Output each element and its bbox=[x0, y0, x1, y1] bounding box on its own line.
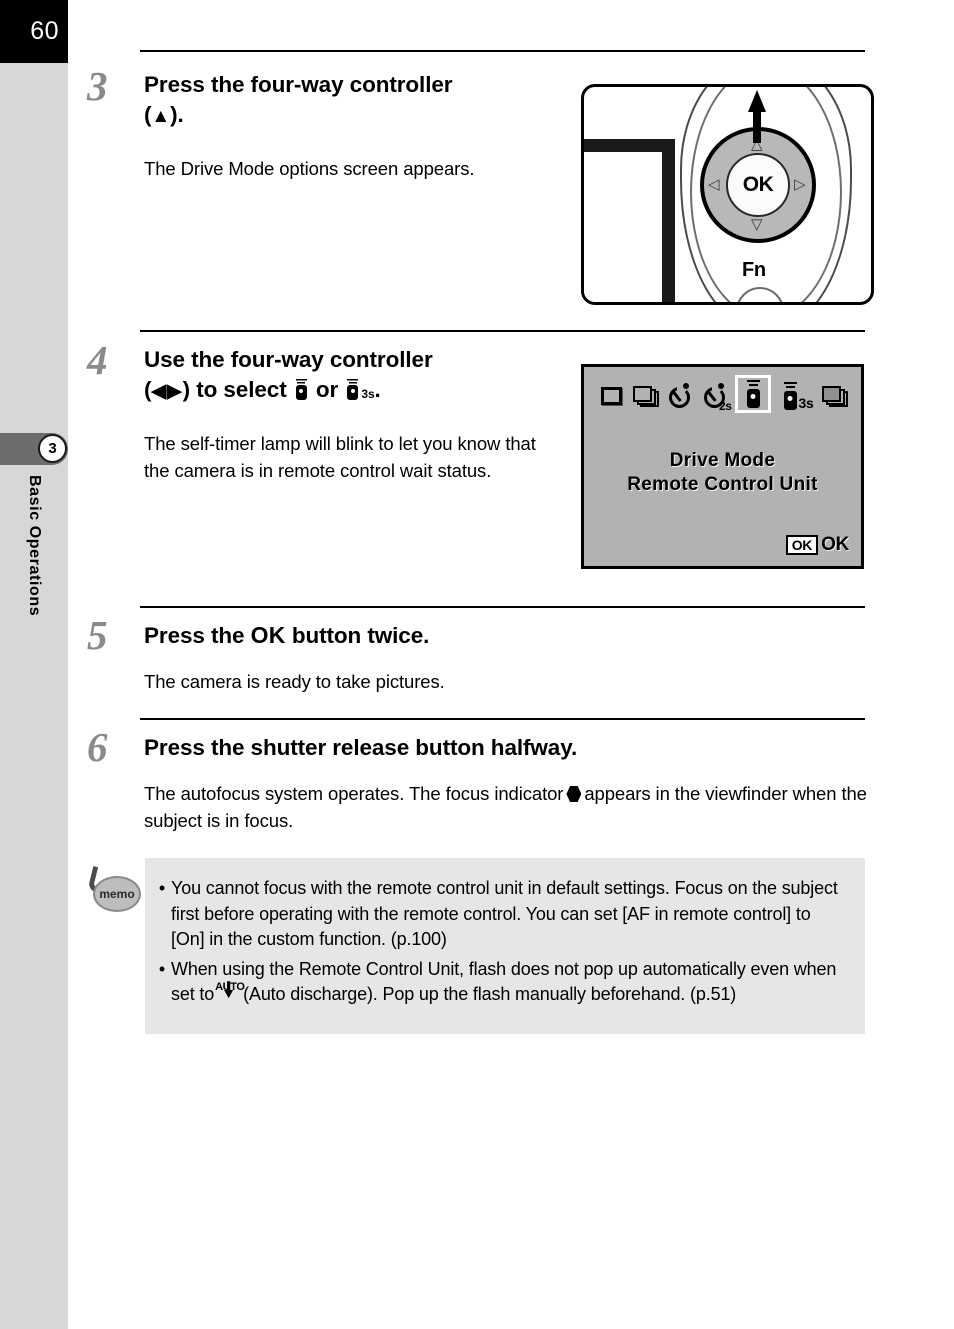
step-5-heading-post: button twice. bbox=[291, 623, 430, 648]
fn-button-label: Fn bbox=[742, 259, 766, 281]
step-4-heading-line1: Use the four-way controller bbox=[144, 347, 433, 372]
step-6-body-pre: The autofocus system operates. The focus… bbox=[144, 783, 564, 804]
paren-close: ). bbox=[170, 101, 184, 127]
continuous-shooting-icon[interactable] bbox=[630, 379, 662, 413]
bullet-icon: • bbox=[158, 878, 166, 898]
step-5-divider bbox=[140, 606, 865, 608]
remote-control-3s-icon[interactable]: 3s bbox=[774, 379, 814, 413]
dial-arrow-down-icon: ▽ bbox=[751, 216, 763, 233]
step-5-heading-pre: Press the bbox=[144, 623, 245, 648]
step-3-heading: Press the four-way controller (▲). bbox=[144, 70, 574, 130]
remote-control-icon bbox=[295, 378, 308, 400]
step-4-body: The self-timer lamp will blink to let yo… bbox=[144, 433, 536, 482]
press-up-direction-arrow-icon bbox=[748, 90, 766, 143]
step-4-heading-mid: ) to select bbox=[182, 376, 287, 402]
chapter-number-badge: 3 bbox=[38, 434, 67, 463]
drive-mode-icon-row: 2s 3s bbox=[595, 375, 851, 413]
conjunction-or: or bbox=[315, 376, 339, 402]
arrow-right-icon: ▶ bbox=[167, 380, 183, 402]
ok-button-label: OK bbox=[250, 622, 286, 648]
page-number: 60 bbox=[0, 0, 68, 63]
arrow-up-icon: ▲ bbox=[151, 105, 171, 127]
period: . bbox=[374, 376, 381, 402]
step-6-heading: Press the shutter release button halfway… bbox=[144, 735, 578, 760]
camera-lcd-frame-outline bbox=[584, 139, 675, 302]
self-timer-12s-icon[interactable] bbox=[665, 379, 697, 413]
dial-arrow-right-icon: ▷ bbox=[794, 176, 806, 193]
memo-icon: memo bbox=[87, 865, 144, 916]
page-content: 3 Press the four-way controller (▲). The… bbox=[68, 0, 954, 1329]
memo-list-item: • When using the Remote Control Unit, fl… bbox=[153, 957, 847, 1008]
drive-mode-title: Drive Mode Remote Control Unit bbox=[584, 449, 861, 497]
page-left-rail: 60 3 Basic Operations bbox=[0, 0, 68, 1329]
step-3-heading-line2: (▲). bbox=[144, 102, 184, 127]
remote-3s-label: 3s bbox=[798, 395, 814, 411]
remote-control-icon[interactable] bbox=[735, 375, 771, 413]
step-4-number: 4 bbox=[87, 337, 107, 383]
arrow-left-icon: ◀ bbox=[151, 380, 168, 402]
figure-drive-mode-screen: 2s 3s Drive Mode Remote Control Unit OK … bbox=[581, 364, 864, 569]
step-4-heading: Use the four-way controller (◀▶) to sele… bbox=[144, 345, 564, 405]
step-3-number: 3 bbox=[87, 63, 107, 109]
chapter-title: Basic Operations bbox=[0, 475, 68, 735]
self-timer-2s-icon[interactable]: 2s bbox=[700, 379, 732, 413]
focus-indicator-icon bbox=[566, 786, 582, 802]
step-3-body: The Drive Mode options screen appears. bbox=[144, 158, 475, 179]
bullet-icon: • bbox=[158, 958, 166, 979]
exposure-bracketing-icon[interactable] bbox=[819, 379, 851, 413]
memo-item-2-post: (Auto discharge). Pop up the flash manua… bbox=[243, 984, 737, 1005]
memo-list-item: • You cannot focus with the remote contr… bbox=[153, 876, 847, 953]
drive-mode-title-line1: Drive Mode bbox=[669, 450, 776, 471]
step-5-heading: Press the OK button twice. bbox=[144, 620, 764, 651]
step-6-body: The autofocus system operates. The focus… bbox=[144, 780, 869, 834]
auto-flash-discharge-icon: AUTO bbox=[215, 981, 245, 999]
remote-control-3s-icon bbox=[346, 378, 359, 400]
step-3-divider bbox=[140, 50, 865, 52]
memo-item-1-text: You cannot focus with the remote control… bbox=[171, 878, 838, 950]
step-6-number: 6 bbox=[87, 724, 107, 770]
memo-item-2-text: When using the Remote Control Unit, flas… bbox=[171, 957, 847, 1008]
ok-button: OK bbox=[726, 153, 790, 217]
memo-box: • You cannot focus with the remote contr… bbox=[145, 858, 865, 1034]
chapter-rail: 3 Basic Operations bbox=[0, 63, 68, 1329]
memo-icon-label: memo bbox=[93, 876, 141, 912]
chapter-title-text: Basic Operations bbox=[26, 475, 43, 617]
step-5-body: The camera is ready to take pictures. bbox=[144, 671, 445, 692]
step-3-heading-line1: Press the four-way controller bbox=[144, 72, 453, 97]
remote-3s-sublabel: 3s bbox=[361, 386, 375, 401]
self-timer-2s-label: 2s bbox=[719, 399, 732, 413]
ok-label: OK bbox=[821, 534, 849, 555]
dial-arrow-left-icon: ◁ bbox=[708, 176, 720, 193]
drive-mode-ok-row: OK OK bbox=[785, 534, 849, 556]
step-6-divider bbox=[140, 718, 865, 720]
ok-button-badge[interactable]: OK bbox=[785, 534, 819, 556]
figure-four-way-controller: △ ▽ ◁ ▷ OK Fn bbox=[581, 84, 874, 305]
drive-mode-title-line2: Remote Control Unit bbox=[627, 473, 818, 495]
step-4-divider bbox=[140, 330, 865, 332]
single-frame-shooting-icon[interactable] bbox=[595, 379, 627, 413]
step-5-number: 5 bbox=[87, 612, 107, 658]
memo-note: memo • You cannot focus with the remote … bbox=[68, 858, 954, 1034]
step-4-heading-line2: (◀▶) to select or 3s. bbox=[144, 377, 381, 402]
